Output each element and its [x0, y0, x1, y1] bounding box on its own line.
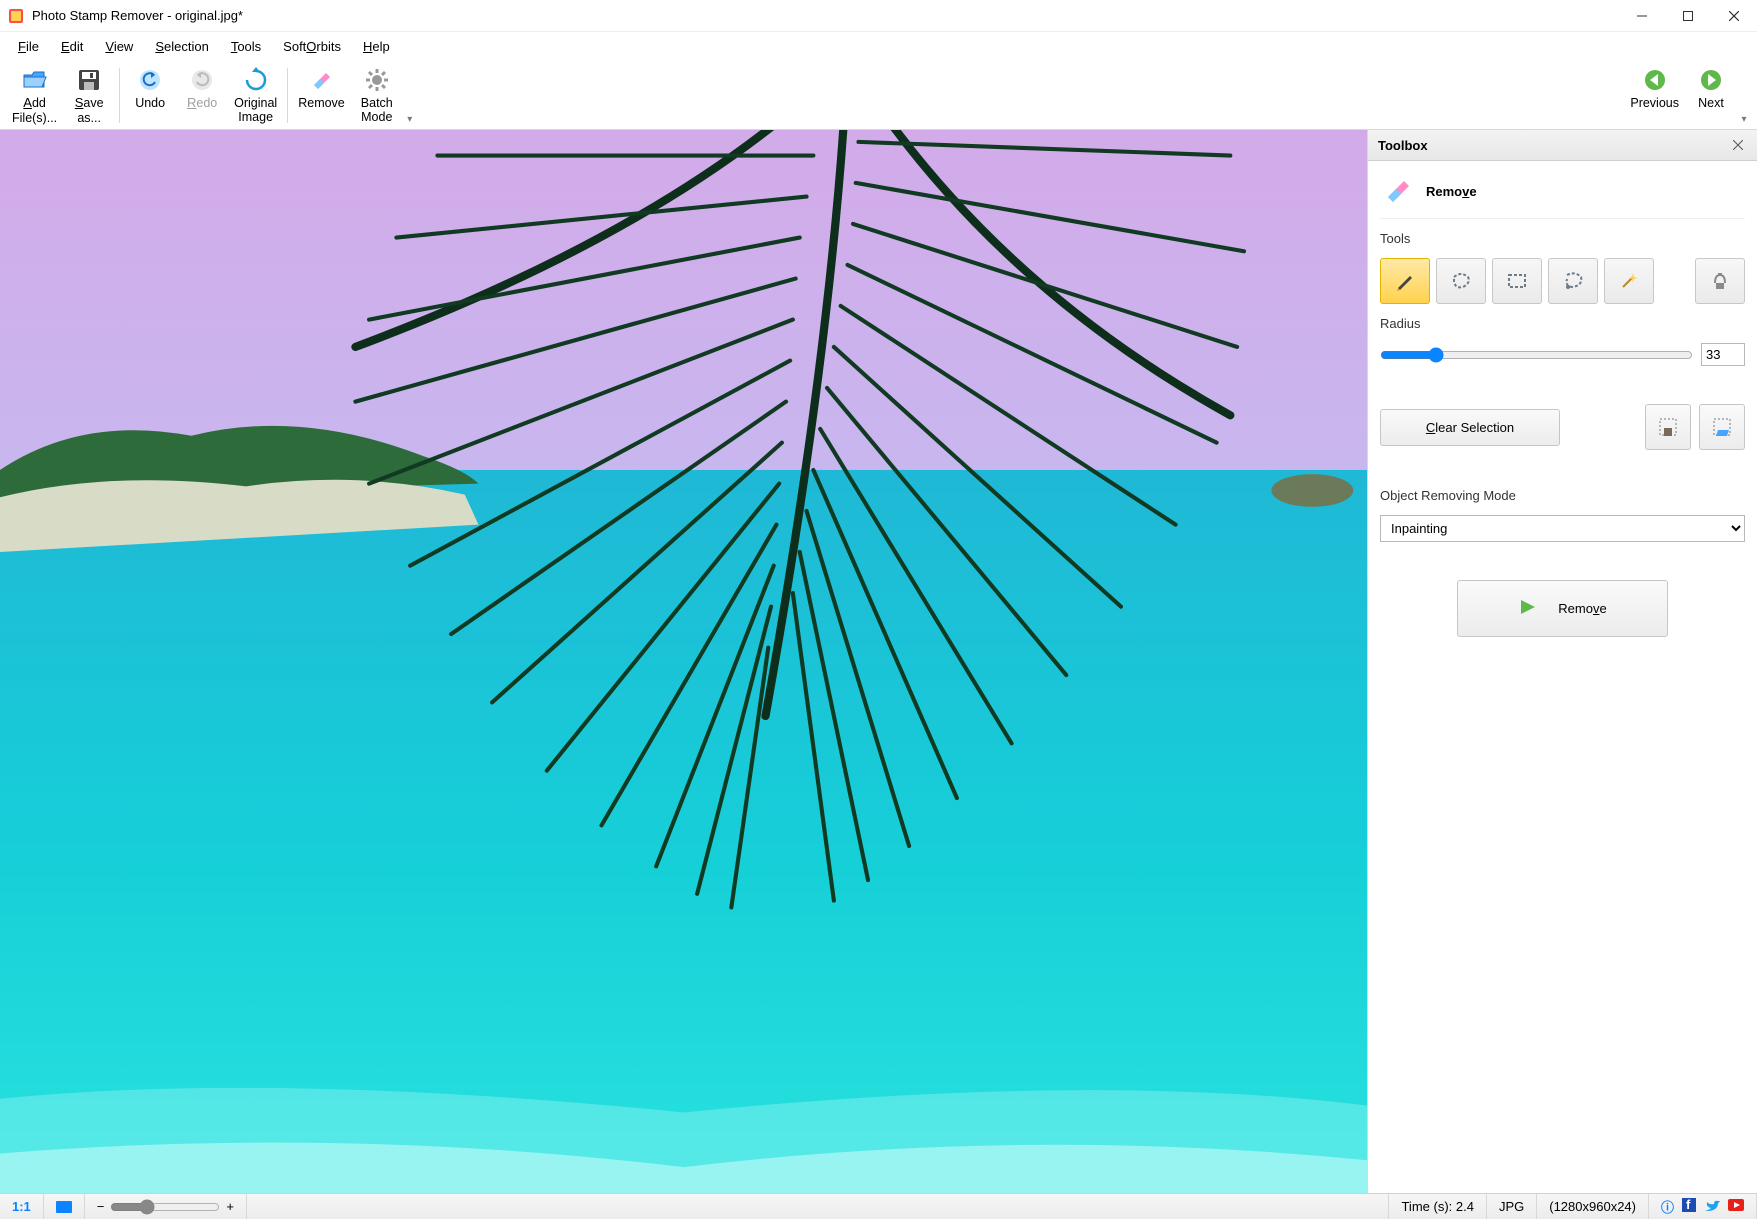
remove-action-button[interactable]: Remove	[1457, 580, 1667, 637]
redo-button[interactable]: Redo	[176, 64, 228, 113]
radius-slider[interactable]	[1380, 347, 1693, 363]
add-files-label: AddFile(s)...	[12, 96, 57, 125]
toolbar-overflow-left[interactable]: ▾	[403, 114, 417, 127]
save-selection-button[interactable]	[1645, 404, 1691, 450]
youtube-icon[interactable]	[1728, 1199, 1744, 1214]
info-icon[interactable]: ⓘ	[1661, 1197, 1674, 1216]
menu-file[interactable]: File	[8, 35, 49, 58]
menubar: File Edit View Selection Tools SoftOrbit…	[0, 32, 1757, 60]
clear-row: Clear Selection	[1380, 404, 1745, 450]
redo-icon	[188, 66, 216, 94]
add-files-button[interactable]: AddFile(s)...	[6, 64, 63, 127]
zoom-controls: − +	[85, 1194, 247, 1219]
eraser-icon	[307, 66, 335, 94]
menu-selection[interactable]: Selection	[145, 35, 218, 58]
menu-view[interactable]: View	[95, 35, 143, 58]
clear-selection-button[interactable]: Clear Selection	[1380, 409, 1560, 446]
tool-marker[interactable]	[1380, 258, 1430, 304]
tool-clone-stamp[interactable]	[1695, 258, 1745, 304]
remove-section-title: Remove	[1426, 184, 1477, 199]
original-image-button[interactable]: OriginalImage	[228, 64, 283, 127]
original-image-label: OriginalImage	[234, 96, 277, 125]
close-button[interactable]	[1711, 0, 1757, 32]
zoom-11-button[interactable]: 1:1	[0, 1194, 44, 1219]
toolbox-close-button[interactable]	[1729, 136, 1747, 154]
previous-button[interactable]: Previous	[1624, 64, 1685, 112]
status-time: Time (s): 2.4	[1389, 1194, 1486, 1219]
statusbar: 1:1 − + Time (s): 2.4 JPG (1280x960x24) …	[0, 1193, 1757, 1219]
status-dimensions: (1280x960x24)	[1537, 1194, 1649, 1219]
status-social: ⓘ f	[1649, 1194, 1757, 1219]
twitter-icon[interactable]	[1704, 1198, 1720, 1215]
app-icon	[8, 8, 24, 24]
play-icon	[1518, 597, 1538, 620]
svg-text:f: f	[1686, 1198, 1691, 1212]
remove-button[interactable]: Remove	[292, 64, 351, 112]
arrow-left-icon	[1641, 66, 1669, 94]
tools-row	[1380, 258, 1745, 304]
previous-label: Previous	[1630, 96, 1679, 110]
load-selection-button[interactable]	[1699, 404, 1745, 450]
mode-row: Inpainting	[1380, 515, 1745, 542]
maximize-button[interactable]	[1665, 0, 1711, 32]
remove-label: Remove	[298, 96, 345, 110]
tool-rect-select[interactable]	[1492, 258, 1542, 304]
toolbox-panel: Toolbox Remove Tools Radius	[1367, 130, 1757, 1193]
undo-label: Undo	[135, 96, 165, 110]
minimize-button[interactable]	[1619, 0, 1665, 32]
status-spacer	[247, 1194, 1389, 1219]
menu-tools[interactable]: Tools	[221, 35, 271, 58]
arrow-right-icon	[1697, 66, 1725, 94]
save-as-label: Saveas...	[75, 96, 104, 125]
zoom-fit-button[interactable]	[44, 1194, 85, 1219]
zoom-in-button[interactable]: +	[226, 1199, 234, 1214]
redo-label: Redo	[187, 96, 217, 111]
tool-lasso[interactable]	[1548, 258, 1598, 304]
mode-label: Object Removing Mode	[1380, 488, 1745, 503]
menu-edit[interactable]: Edit	[51, 35, 93, 58]
mode-select[interactable]: Inpainting	[1380, 515, 1745, 542]
batch-mode-button[interactable]: BatchMode	[351, 64, 403, 127]
tools-label: Tools	[1380, 231, 1745, 246]
tool-magic-wand[interactable]	[1604, 258, 1654, 304]
refresh-icon	[242, 66, 270, 94]
radius-label: Radius	[1380, 316, 1745, 331]
undo-icon	[136, 66, 164, 94]
zoom-out-button[interactable]: −	[97, 1199, 105, 1214]
toolbar-overflow-right[interactable]: ▾	[1737, 114, 1751, 127]
tool-free-select[interactable]	[1436, 258, 1486, 304]
batch-mode-label: BatchMode	[361, 96, 393, 125]
facebook-icon[interactable]: f	[1682, 1198, 1696, 1215]
main-area: Toolbox Remove Tools Radius	[0, 130, 1757, 1193]
menu-softorbits[interactable]: SoftOrbits	[273, 35, 351, 58]
remove-action-label: Remove	[1558, 601, 1606, 616]
next-label: Next	[1698, 96, 1724, 110]
toolbox-header: Toolbox	[1368, 130, 1757, 161]
next-button[interactable]: Next	[1685, 64, 1737, 112]
toolbox-title: Toolbox	[1378, 138, 1729, 153]
menu-help[interactable]: Help	[353, 35, 400, 58]
save-as-button[interactable]: Saveas...	[63, 64, 115, 127]
gear-icon	[363, 66, 391, 94]
remove-section-header: Remove	[1380, 171, 1745, 219]
toolbar: AddFile(s)... Saveas... Undo Redo Origin…	[0, 60, 1757, 130]
floppy-icon	[75, 66, 103, 94]
folder-open-icon	[21, 66, 49, 94]
zoom-slider[interactable]	[110, 1199, 220, 1215]
radius-input[interactable]	[1701, 343, 1745, 366]
image-canvas[interactable]	[0, 130, 1367, 1193]
eraser-icon	[1382, 175, 1412, 208]
titlebar: Photo Stamp Remover - original.jpg*	[0, 0, 1757, 32]
status-format: JPG	[1487, 1194, 1537, 1219]
undo-button[interactable]: Undo	[124, 64, 176, 112]
window-title: Photo Stamp Remover - original.jpg*	[32, 8, 1619, 23]
radius-row	[1380, 343, 1745, 366]
